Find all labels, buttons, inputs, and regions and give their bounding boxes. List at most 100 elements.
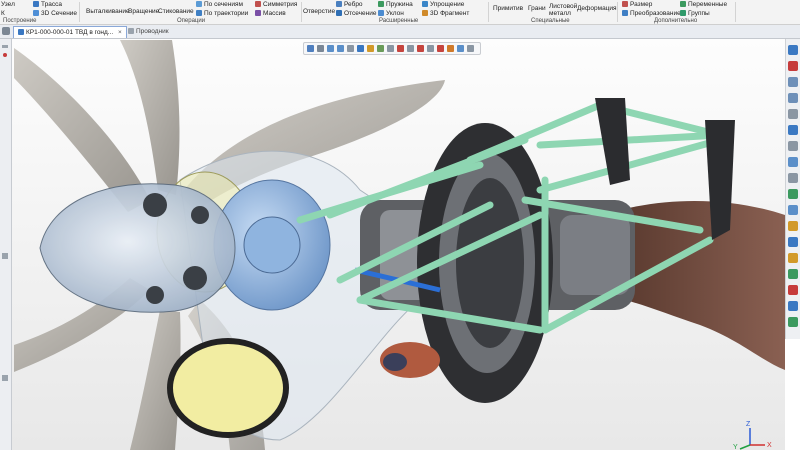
rotate-icon[interactable] xyxy=(788,125,798,135)
triad-x-label: X xyxy=(767,442,772,449)
ribbon-separator xyxy=(79,2,80,22)
ribbon-button-pruzhina[interactable]: Пружина xyxy=(378,1,413,8)
pan-icon[interactable] xyxy=(788,109,798,119)
zoom-in-icon[interactable] xyxy=(788,77,798,87)
simmetriya-icon xyxy=(255,1,261,7)
grid-icon[interactable] xyxy=(457,45,464,52)
panel-handle-icon[interactable] xyxy=(2,375,8,381)
perspective-icon[interactable] xyxy=(437,45,444,52)
ribbon-button-vrashchenie[interactable]: Вращение xyxy=(128,8,159,15)
razmer-icon xyxy=(622,1,628,7)
zoom-out-icon[interactable] xyxy=(788,93,798,103)
filter-icon[interactable] xyxy=(307,45,314,52)
ribbon-button-listovoy-metall[interactable]: Листовой металл xyxy=(549,3,577,17)
ribbon-button-otsechenie[interactable]: Отсечение xyxy=(336,10,376,17)
line-icon[interactable] xyxy=(788,173,798,183)
group-label-rasshirennye: Расширенные xyxy=(379,18,419,24)
ribbon-button-uproshchenie[interactable]: Упрощение xyxy=(422,1,464,8)
options-icon[interactable] xyxy=(467,45,474,52)
display-icon[interactable] xyxy=(788,317,798,327)
exhaust-duct[interactable] xyxy=(620,200,785,370)
ribbon-button-simmetriya[interactable]: Симметрия xyxy=(255,1,297,8)
layer-icon[interactable] xyxy=(788,189,798,199)
snap-icon[interactable] xyxy=(317,45,324,52)
triad-y-label: Y xyxy=(733,444,738,450)
orientation-triad: Z X Y xyxy=(733,421,772,450)
light-icon[interactable] xyxy=(447,45,454,52)
measure-icon[interactable] xyxy=(788,141,798,151)
group-label-postroenie: Построение xyxy=(3,18,37,24)
wireframe-icon[interactable] xyxy=(407,45,414,52)
group-label-dopolnitelno: Дополнительно xyxy=(654,18,698,24)
ribbon-button-po-traektorii[interactable]: По траектории xyxy=(196,10,248,17)
shaded-icon[interactable] xyxy=(397,45,404,52)
propeller-spinner[interactable] xyxy=(39,183,236,313)
massiv-icon xyxy=(255,10,261,16)
orient-icon[interactable] xyxy=(367,45,374,52)
air-intake[interactable] xyxy=(167,338,289,438)
ribbon-button-sechenie-3d[interactable]: 3D Сечение xyxy=(33,10,77,17)
hidden-lines-icon[interactable] xyxy=(427,45,434,52)
mate-icon[interactable] xyxy=(788,253,798,263)
ribbon-button-trassa[interactable]: Трасса xyxy=(33,1,62,8)
tab-explorer[interactable]: Проводник xyxy=(124,26,173,37)
ribbon-button-deformatsiya[interactable]: Деформация xyxy=(577,5,617,12)
render-icon[interactable] xyxy=(417,45,424,52)
trassa-icon xyxy=(33,1,39,7)
ribbon-button-primitiv[interactable]: Примитив xyxy=(493,5,523,12)
po-traektorii-icon xyxy=(196,10,202,16)
panel-grip-icon[interactable] xyxy=(2,45,8,48)
ribbon: Узел К Трасса 3D Сечение Построение Выта… xyxy=(0,0,800,25)
ribbon-button-peremennye[interactable]: Переменные xyxy=(680,1,727,8)
view-toolbar xyxy=(303,42,481,55)
ribbon-button-otverstie[interactable]: Отверстие xyxy=(303,8,335,15)
search-icon[interactable] xyxy=(327,45,334,52)
gruppy-icon xyxy=(680,10,686,16)
sketch-icon[interactable] xyxy=(788,205,798,215)
marker-icon[interactable] xyxy=(3,53,7,57)
zoom-icon[interactable] xyxy=(337,45,344,52)
export-icon[interactable] xyxy=(788,301,798,311)
3d-viewport[interactable]: Z X Y xyxy=(12,39,785,450)
tab-document[interactable]: КР1-000-000-01 ТВД в гонд... × xyxy=(13,26,127,38)
ribbon-button-fragment-3d[interactable]: 3D Фрагмент xyxy=(422,10,469,17)
ribbon-button-vytalkivanie[interactable]: Выталкивание xyxy=(86,8,130,15)
ribbon-button-razmer[interactable]: Размер xyxy=(622,1,652,8)
ribbon-button-po-secheniyam[interactable]: По сечениям xyxy=(196,1,243,8)
peremennye-icon xyxy=(680,1,686,7)
ribbon-button-stikovanie[interactable]: Стикование xyxy=(158,8,194,15)
triad-z-label: Z xyxy=(746,421,751,428)
magnet-icon[interactable] xyxy=(788,61,798,71)
ribbon-button-preobrazovanie[interactable]: Преобразование xyxy=(622,10,681,17)
panel-icon[interactable] xyxy=(2,27,10,35)
panel-handle-icon[interactable] xyxy=(2,253,8,259)
ribbon-button-gruppy[interactable]: Группы xyxy=(680,10,710,17)
ribbon-button-uzel[interactable]: Узел xyxy=(1,1,15,8)
ribbon-separator xyxy=(301,2,302,22)
sphere-icon[interactable] xyxy=(788,237,798,247)
ribbon-button-massiv[interactable]: Массив xyxy=(255,10,286,17)
rotate-icon[interactable] xyxy=(357,45,364,52)
sechenie-icon xyxy=(33,10,39,16)
left-panel xyxy=(0,39,12,450)
otsechenie-icon xyxy=(336,10,342,16)
table-icon[interactable] xyxy=(788,45,798,55)
ribbon-button-rebro[interactable]: Ребро xyxy=(336,1,363,8)
uproshchenie-icon xyxy=(422,1,428,7)
engine-model[interactable]: Z X Y xyxy=(12,39,785,450)
document-tab-bar: КР1-000-000-01 ТВД в гонд... × Проводник xyxy=(0,25,800,39)
ribbon-button-grani[interactable]: Грани xyxy=(528,5,546,12)
close-icon[interactable]: × xyxy=(118,29,122,36)
cube-icon[interactable] xyxy=(788,221,798,231)
view-icon[interactable] xyxy=(377,45,384,52)
section-icon[interactable] xyxy=(387,45,394,52)
ribbon-button-k[interactable]: К xyxy=(1,10,5,17)
style-icon[interactable] xyxy=(788,269,798,279)
pan-icon[interactable] xyxy=(347,45,354,52)
curve-icon[interactable] xyxy=(788,157,798,167)
fragment-icon xyxy=(422,10,428,16)
arrow-icon[interactable] xyxy=(788,285,798,295)
pruzhina-icon xyxy=(378,1,384,7)
uklon-icon xyxy=(378,10,384,16)
ribbon-button-uklon[interactable]: Уклон xyxy=(378,10,404,17)
